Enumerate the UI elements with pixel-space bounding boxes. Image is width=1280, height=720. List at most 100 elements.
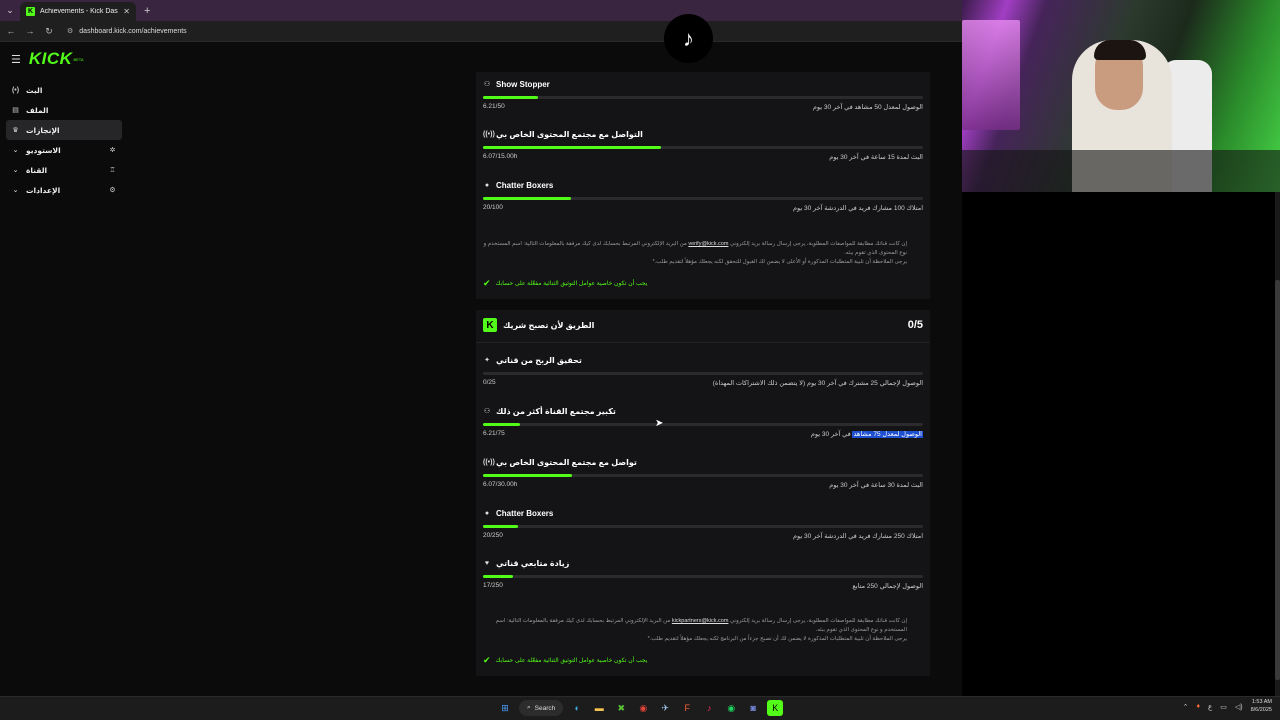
reload-icon[interactable]: ↻ [44, 26, 54, 37]
steam-icon[interactable]: ✈ [657, 700, 673, 716]
achievement-item: ♥ زيادة متابعي قناتي 17/250 الوصول لإجمالي… [483, 557, 923, 590]
verify-email-link[interactable]: verify@kick.com [688, 241, 728, 247]
progress-bar [483, 525, 923, 528]
discord-icon[interactable]: ◙ [745, 700, 761, 716]
progress-fill [483, 423, 520, 426]
sidebar-item-label: البث [26, 85, 43, 95]
achievement-title: زيادة متابعي قناتي [496, 558, 570, 568]
new-tab-icon[interactable]: + [144, 5, 150, 17]
tiktok-app-icon[interactable]: ♪ [701, 700, 717, 716]
chevron-down-icon: ⌄ [12, 187, 19, 194]
sidebar-item-achievements[interactable]: ♛ الإنجازات [6, 120, 122, 140]
edge-icon[interactable]: ◐ [569, 700, 585, 716]
achievement-title: Chatter Boxers [496, 180, 554, 190]
chat-icon: ● [484, 509, 490, 517]
beta-badge: BETA [73, 56, 84, 62]
achievement-item: ● Chatter Boxers 20/250 امتلاك 250 مشارك ف… [483, 507, 923, 540]
heart-icon: ♥ [484, 559, 490, 567]
partner-email-link[interactable]: kickpartners@kick.com [672, 618, 729, 624]
achievement-item: ((•)) التواصل مع مجتمع المحتوى الخاص بي 6… [483, 128, 923, 161]
verification-note: إن كانت قناتك مطابقة للمواصفات المطلوبة،… [483, 240, 907, 266]
achievement-desc: البث لمدة 15 ساعة في آخر 30 يوم [829, 154, 923, 161]
microphone-icon[interactable]: ♦ [1196, 703, 1200, 710]
file-explorer-icon[interactable]: ▬ [591, 700, 607, 716]
site-info-icon[interactable]: ⚙ [67, 27, 73, 35]
faceit-icon[interactable]: F [679, 700, 695, 716]
achievement-value: 20/100 [483, 204, 503, 211]
sidebar-item-stream[interactable]: (•) البث [6, 80, 122, 100]
spotify-icon[interactable]: ◉ [723, 700, 739, 716]
sidebar-item-studio[interactable]: ⌄ الاستوديو ✲ [6, 140, 122, 160]
achievement-value: 6.07/30.00h [483, 481, 518, 488]
search-icon: ⌕ [527, 704, 531, 711]
url-field[interactable]: ⚙ dashboard.kick.com/achievements [67, 27, 187, 36]
requirement-text: يجب أن تكون خاصية عوامل التوثيق الثنائية… [495, 281, 648, 287]
broadcast-icon: (•) [11, 86, 20, 94]
webcam-hair [1094, 40, 1146, 60]
progress-bar [483, 372, 923, 375]
webcam-pc-case [962, 20, 1020, 130]
achievement-title: Show Stopper [496, 79, 550, 89]
tab-close-icon[interactable]: ✕ [123, 7, 130, 16]
taskbar-apps: ⊞ ⌕ Search ◐ ▬ ✖ ◉ ✈ F ♪ ◉ ◙ K [497, 700, 784, 716]
users-icon: ⚇ [483, 408, 491, 415]
chrome-icon[interactable]: ◉ [635, 700, 651, 716]
kick-badge-icon: K [483, 318, 497, 332]
settings-icon: ⚙ [109, 187, 116, 194]
xbox-icon[interactable]: ✖ [613, 700, 629, 716]
achievement-value: 6.21/75 [483, 430, 505, 437]
achievement-item: ⚇ تكبير مجتمع القناة أكثر من ذلك 6.21/75 ا… [483, 405, 923, 438]
achievement-value: 17/250 [483, 582, 503, 589]
channel-icon: ♖ [109, 167, 116, 174]
tab-search-icon[interactable]: ⌄ [0, 0, 20, 21]
language-indicator[interactable]: ع [1208, 703, 1212, 711]
windows-start-icon[interactable]: ⊞ [497, 700, 513, 716]
kick-app-icon[interactable]: K [767, 700, 784, 716]
mouse-cursor-icon: ➤ [655, 418, 664, 429]
clock[interactable]: 1:53 AM 8/6/2025 [1251, 699, 1272, 714]
achievement-item: ● Chatter Boxers 20/100 امتلاك 100 مشارك ف… [483, 179, 923, 212]
achievement-desc: امتلاك 250 مشارك فريد في الدردشة آخر 30 … [793, 533, 923, 540]
sidebar-item-label: الملف [26, 105, 49, 115]
taskbar-search[interactable]: ⌕ Search [519, 700, 564, 716]
sidebar-item-settings[interactable]: ⌄ الإعدادات ⚙ [6, 180, 122, 200]
sidebar-item-profile[interactable]: ▤ الملف [6, 100, 122, 120]
browser-tab[interactable]: K Achievements - Kick Dashboard ✕ [20, 2, 136, 21]
chevron-up-icon[interactable]: ⌃ [1183, 703, 1189, 711]
partner-card-title: الطريق لأن تصبح شريك [503, 320, 595, 330]
menu-icon[interactable]: ☰ [11, 53, 21, 66]
users-icon: ⚇ [483, 81, 491, 88]
network-icon[interactable]: ▭ [1220, 703, 1227, 711]
kick-favicon-icon: K [26, 7, 35, 16]
tab-title: Achievements - Kick Dashboard [40, 8, 118, 15]
sidebar-item-label: الإنجازات [26, 125, 60, 135]
sidebar-item-label: الاستوديو [26, 145, 61, 155]
progress-fill [483, 474, 572, 477]
sidebar-item-label: القناة [26, 165, 48, 175]
partner-card: K الطريق لأن تصبح شريك 0/5 ✦ تحقيق الربح … [476, 310, 930, 676]
achievement-title: تواصل مع مجتمع المحتوى الخاص بي [496, 457, 637, 467]
profile-icon: ▤ [12, 107, 19, 114]
achievement-desc: الوصول لإجمالي 250 متابع [852, 583, 923, 590]
sidebar-item-channel[interactable]: ⌄ القناة ♖ [6, 160, 122, 180]
achievement-desc: البث لمدة 30 ساعة في آخر 30 يوم [829, 482, 923, 489]
achievement-item: ✦ تحقيق الربح من قناتي 0/25 الوصول لإجمالي… [483, 354, 923, 387]
back-icon[interactable]: ← [6, 26, 16, 36]
trophy-icon: ♛ [12, 127, 19, 134]
achievement-title: Chatter Boxers [496, 508, 554, 518]
volume-icon[interactable]: ◁) [1235, 703, 1243, 711]
signal-icon: ((•)) [483, 130, 495, 138]
url-text: dashboard.kick.com/achievements [79, 27, 187, 35]
scrollbar-thumb[interactable] [1275, 280, 1280, 680]
two-factor-requirement: ✔ يجب أن تكون خاصية عوامل التوثيق الثنائ… [483, 655, 647, 666]
desc-rest: في آخر 30 يوم [810, 431, 853, 438]
kick-logo[interactable]: KICK [29, 49, 73, 69]
forward-icon[interactable]: → [25, 26, 35, 36]
browser-addressbar: ← → ↻ ⚙ dashboard.kick.com/achievements [0, 21, 962, 42]
achievement-item: ((•)) تواصل مع مجتمع المحتوى الخاص بي 6.0… [483, 456, 923, 489]
sidebar-item-label: الإعدادات [26, 185, 61, 195]
webcam-desk [962, 150, 1280, 192]
chat-icon: ● [484, 181, 490, 189]
progress-bar [483, 474, 923, 477]
achievement-item: ⚇ Show Stopper 6.21/50 الوصول لمعدل 50 مشا… [483, 78, 923, 111]
